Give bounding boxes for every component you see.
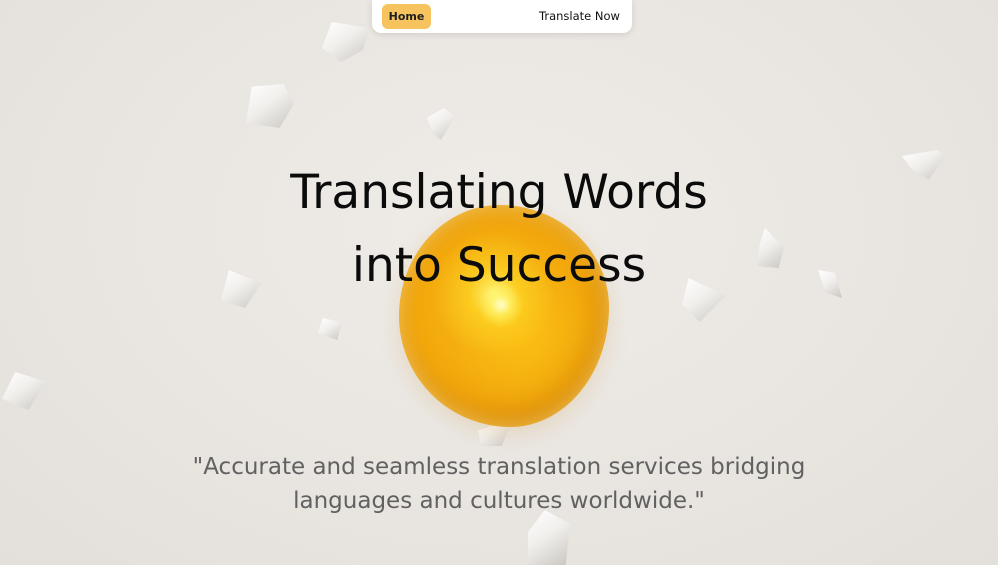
hero-title: Translating Words into Success bbox=[199, 156, 799, 302]
nav-translate-now-link[interactable]: Translate Now bbox=[539, 9, 620, 23]
decorative-rock bbox=[246, 84, 294, 128]
hero-title-line-2: into Success bbox=[351, 238, 647, 293]
decorative-rock bbox=[528, 510, 570, 565]
hero-tagline-line-1: "Accurate and seamless translation servi… bbox=[192, 454, 806, 480]
decorative-rock bbox=[427, 108, 455, 140]
hero-title-line-1: Translating Words bbox=[290, 165, 708, 220]
decorative-rock bbox=[818, 270, 842, 298]
decorative-rock bbox=[902, 150, 946, 180]
top-nav: Home Translate Now bbox=[372, 0, 632, 33]
nav-home-button[interactable]: Home bbox=[382, 4, 431, 29]
decorative-rock bbox=[2, 372, 46, 410]
decorative-rock bbox=[322, 22, 370, 62]
decorative-rock bbox=[318, 318, 342, 340]
hero-tagline: "Accurate and seamless translation servi… bbox=[99, 450, 899, 518]
hero-tagline-line-2: languages and cultures worldwide." bbox=[293, 488, 705, 514]
